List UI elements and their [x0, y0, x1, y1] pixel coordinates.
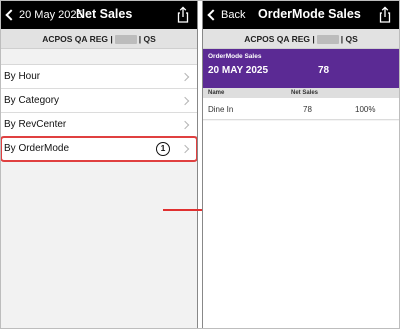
- nav-bar: Back OrderMode Sales: [203, 1, 399, 29]
- summary-date: 20 MAY 2025: [208, 65, 269, 76]
- chevron-right-icon: [180, 120, 190, 130]
- table-header: Name Net Sales: [203, 88, 399, 98]
- list-item-label: By Hour: [4, 71, 41, 82]
- summary-total: 78: [318, 65, 330, 76]
- report-list: By Hour By Category By RevCenter By Orde…: [1, 64, 197, 162]
- list-item-by-ordermode[interactable]: By OrderMode 1: [1, 136, 197, 162]
- register-prefix: ACPOS QA REG |: [244, 34, 315, 44]
- table-row[interactable]: Dine In 78 100%: [203, 98, 399, 120]
- back-label: 20 May 2025: [19, 9, 83, 21]
- redacted-id: [114, 35, 137, 45]
- back-button[interactable]: 20 May 2025: [4, 7, 83, 23]
- list-item-label: By RevCenter: [4, 119, 67, 130]
- chevron-right-icon: [180, 96, 190, 106]
- chevron-left-icon: [207, 9, 219, 21]
- cell-net-sales: 78: [303, 105, 312, 114]
- column-header-net-sales: Net Sales: [291, 90, 319, 96]
- share-icon[interactable]: [378, 6, 392, 23]
- table-body-empty: [203, 121, 399, 328]
- register-suffix: | QS: [138, 34, 156, 44]
- net-sales-screen: 20 May 2025 Net Sales ACPOS QA REG | | QS…: [1, 1, 198, 328]
- redacted-id: [316, 35, 339, 45]
- back-label: Back: [221, 9, 246, 21]
- share-icon[interactable]: [176, 6, 190, 23]
- back-button[interactable]: Back: [206, 7, 245, 23]
- list-item-label: By OrderMode: [4, 143, 70, 154]
- chevron-right-icon: [180, 72, 190, 82]
- list-item-label: By Category: [4, 95, 60, 106]
- summary-banner: OrderMode Sales 20 MAY 2025 78: [203, 49, 399, 88]
- list-item-by-category[interactable]: By Category: [1, 89, 197, 113]
- list-item-by-hour[interactable]: By Hour: [1, 65, 197, 89]
- register-header: ACPOS QA REG | | QS: [1, 29, 197, 49]
- chevron-left-icon: [5, 9, 17, 21]
- register-header: ACPOS QA REG | | QS: [203, 29, 399, 49]
- list-item-by-revcenter[interactable]: By RevCenter: [1, 113, 197, 137]
- register-prefix: ACPOS QA REG |: [42, 34, 113, 44]
- page-title: Net Sales: [76, 7, 133, 21]
- ordermode-sales-screen: Back OrderMode Sales ACPOS QA REG | | QS …: [202, 1, 399, 328]
- column-header-name: Name: [208, 90, 225, 96]
- register-suffix: | QS: [340, 34, 358, 44]
- summary-label: OrderMode Sales: [208, 53, 262, 60]
- page-title: OrderMode Sales: [258, 7, 361, 21]
- step-badge: 1: [156, 142, 170, 156]
- nav-bar: 20 May 2025 Net Sales: [1, 1, 197, 29]
- cell-percent: 100%: [355, 105, 376, 114]
- cell-name: Dine In: [208, 105, 234, 114]
- chevron-right-icon: [180, 144, 190, 154]
